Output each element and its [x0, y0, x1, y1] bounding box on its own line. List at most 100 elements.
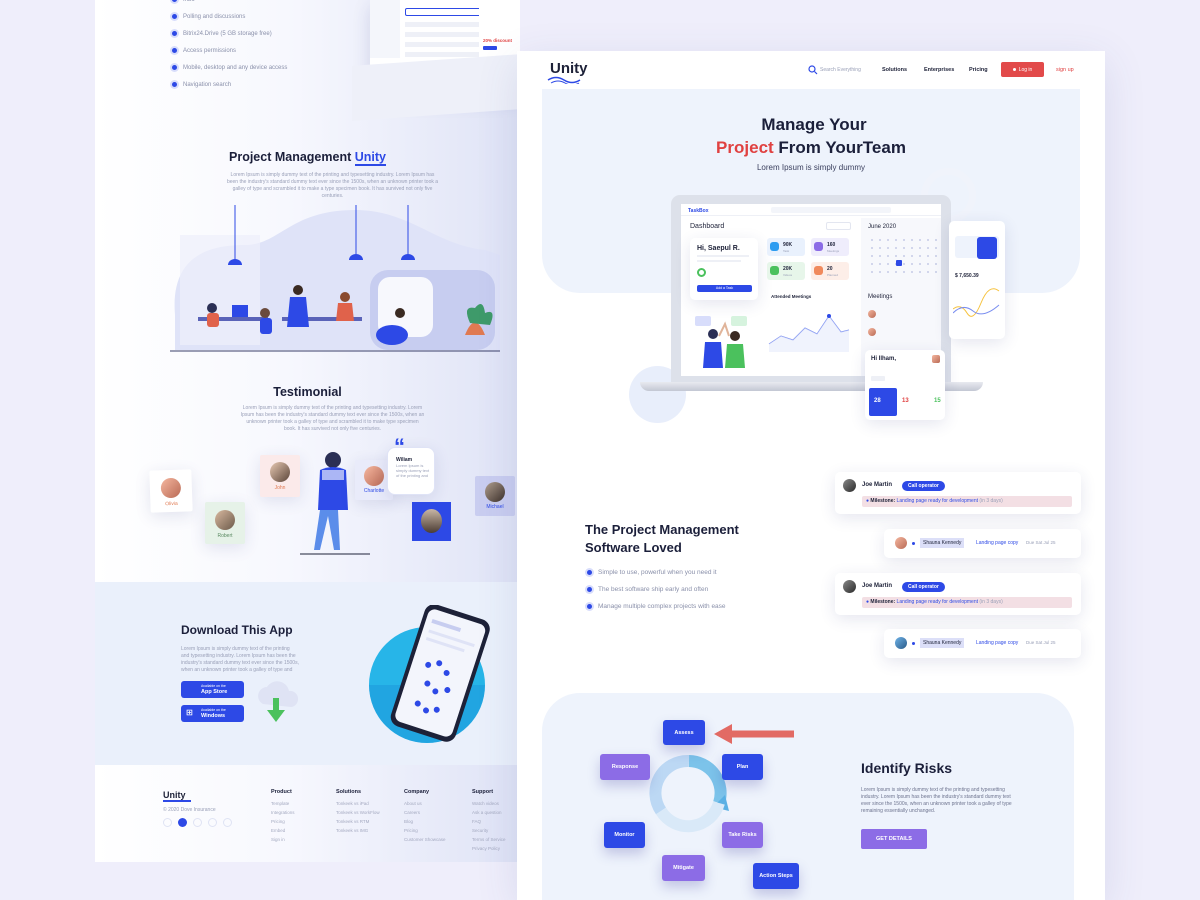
role-badge: Call operator — [902, 582, 945, 592]
loved-points: Simple to use, powerful when you need it… — [587, 564, 726, 615]
flow-node-take-risks[interactable]: Take Risks — [722, 822, 763, 848]
stat-meetings: 160 Meetings — [811, 238, 849, 256]
search-input[interactable]: Search Everything — [820, 67, 861, 73]
top-navbar: Unity Search Everything Solutions Enterp… — [517, 51, 1105, 89]
testimonial-photo-robert[interactable]: Robert — [205, 502, 245, 544]
user-icon — [1012, 68, 1016, 71]
milestone-bar: ● Milestone: Landing page ready for deve… — [862, 597, 1072, 608]
avatar — [843, 580, 856, 593]
attended-meetings-label: Attended Meetings — [771, 294, 812, 299]
social-links — [163, 818, 232, 827]
footer-col-solutions: Solutions Tonkeek vs iPad Tonkeek vs Wor… — [336, 789, 380, 833]
milestone-bar: ● Milestone: Landing page ready for deve… — [862, 496, 1072, 507]
testimonial-title: Testimonial — [273, 385, 342, 399]
linkedin-icon[interactable] — [208, 818, 217, 827]
greeting-card: Hi, Saepul R. Add a Task — [690, 238, 758, 300]
testimonial-description: Lorem Ipsum is simply dummy text of the … — [240, 405, 425, 432]
meetings-label: Meetings — [868, 294, 893, 300]
meetings-line-chart — [768, 314, 850, 352]
loved-title: The Project Management Software Loved — [585, 522, 739, 555]
meetings-icon — [814, 242, 823, 251]
mobile-summary-card: Hi Ilham, 28 13 15 — [865, 350, 945, 420]
task-card[interactable]: Shauna Kennedy Landing page copy Due Sat… — [884, 629, 1081, 658]
footer-col-company: Company About us Careers Blog Pricing Cu… — [404, 789, 446, 842]
calendar-month: June 2020 — [868, 224, 897, 230]
risks-description: Lorem Ipsum is simply dummy text of the … — [861, 787, 1012, 814]
phone-illustration — [369, 605, 490, 743]
phone-stats-card: $ 7,650.39 — [949, 221, 1005, 339]
flow-node-response[interactable]: Response — [600, 754, 650, 780]
dashboard-logo: TaskBox — [688, 208, 709, 214]
windows-icon: ⊞ — [186, 708, 193, 717]
brand-logo[interactable]: Unity — [550, 60, 588, 77]
feature-list: Inbo Polling and discussions Bitrix24.Dr… — [172, 0, 287, 93]
teamwork-illustration — [695, 316, 747, 368]
facebook-icon[interactable] — [163, 818, 172, 827]
feature-item: Access permissions — [172, 42, 287, 59]
avatar — [843, 479, 856, 492]
get-details-button[interactable]: GET DETAILS — [861, 829, 927, 849]
nav-solutions[interactable]: Solutions — [882, 67, 907, 73]
avatar — [895, 637, 907, 649]
feature-item: Navigation search — [172, 76, 287, 93]
signup-link[interactable]: sign up — [1056, 67, 1074, 73]
nav-pricing[interactable]: Pricing — [969, 67, 988, 73]
testimonial-photo-man[interactable] — [412, 502, 451, 541]
left-page: Inbo Polling and discussions Bitrix24.Dr… — [95, 0, 520, 862]
search-icon[interactable] — [808, 65, 818, 75]
quote-bubble: “ Wiliam Lorem Ipsum is simply dummy tex… — [387, 434, 435, 495]
download-title: Download This App — [181, 623, 293, 637]
video-icon — [770, 266, 779, 275]
planned-icon — [814, 266, 823, 275]
flow-node-assess[interactable]: Assess — [663, 720, 705, 745]
hero-title-line2: Project From YourTeam — [716, 138, 906, 157]
calendar-grid[interactable] — [868, 236, 938, 278]
flow-node-monitor[interactable]: Monitor — [604, 822, 645, 848]
footer-col-product: Product Template Integrations Pricing Em… — [271, 789, 295, 842]
add-task-button[interactable]: Add a Task — [697, 285, 752, 292]
feature-item: Mobile, desktop and any device access — [172, 59, 287, 76]
task-card[interactable]: Joe Martin Call operator ● Milestone: La… — [835, 472, 1081, 514]
testimonial-photo-michael[interactable]: Michael — [475, 476, 515, 516]
stat-planned: 20 Planned — [811, 262, 849, 280]
arrow-left-icon — [714, 724, 794, 744]
risks-title: Identify Risks — [861, 760, 953, 776]
feature-item: Bitrix24.Drive (5 GB storage free) — [172, 25, 287, 42]
twitter-icon[interactable] — [178, 818, 187, 827]
stat-task: 90K Task — [767, 238, 805, 256]
app-store-button[interactable]: Available on the App Store — [181, 681, 244, 698]
hero-subtitle: Lorem Ipsum is simply dummy — [756, 163, 866, 172]
dashboard-title: Dashboard — [690, 223, 725, 230]
login-button[interactable]: Log in — [1001, 62, 1044, 77]
loved-point: Manage multiple complex projects with ea… — [587, 598, 726, 615]
hero-title-line1: Manage Your — [761, 115, 867, 134]
footer-logo[interactable]: Unity — [163, 790, 186, 800]
stat-videos: 20K Videos — [767, 262, 805, 280]
cloud-download-icon — [258, 681, 299, 722]
pm-description: Lorem Ipsum is simply dummy text of the … — [226, 172, 439, 199]
windows-store-button[interactable]: ⊞ Available on the Windows — [181, 705, 244, 722]
task-icon — [770, 242, 779, 251]
pm-title: Project Management Unity — [229, 150, 386, 166]
task-card[interactable]: Shauna Kennedy Landing page copy Due Sat… — [884, 529, 1081, 558]
avatar — [895, 537, 907, 549]
flow-node-action-steps[interactable]: Action Steps — [753, 863, 799, 889]
testimonial-photo-olivia[interactable]: Olivia — [149, 469, 193, 513]
balance-value: $ 7,650.39 — [955, 273, 979, 279]
right-page: Unity Search Everything Solutions Enterp… — [517, 51, 1105, 900]
discount-label: 20% discount — [483, 38, 513, 43]
flow-node-plan[interactable]: Plan — [722, 754, 763, 780]
nav-enterprises[interactable]: Enterprises — [924, 67, 954, 73]
logo-wave-icon — [547, 76, 581, 84]
instagram-icon[interactable] — [193, 818, 202, 827]
testimonial-photo-john[interactable]: John — [260, 455, 300, 497]
task-card[interactable]: Joe Martin Call operator ● Milestone: La… — [835, 573, 1081, 615]
download-description: Lorem Ipsum is simply dummy text of the … — [181, 646, 299, 673]
footer-col-support: Support Watch videos Ask a question FAQ … — [472, 789, 506, 851]
youtube-icon[interactable] — [223, 818, 232, 827]
loved-point: Simple to use, powerful when you need it — [587, 564, 726, 581]
feature-item: Polling and discussions — [172, 8, 287, 25]
footer-copyright: © 2020 Dove Insurance — [163, 807, 216, 813]
flow-node-mitigate[interactable]: Mitigate — [662, 855, 705, 881]
role-badge: Call operator — [902, 481, 945, 491]
